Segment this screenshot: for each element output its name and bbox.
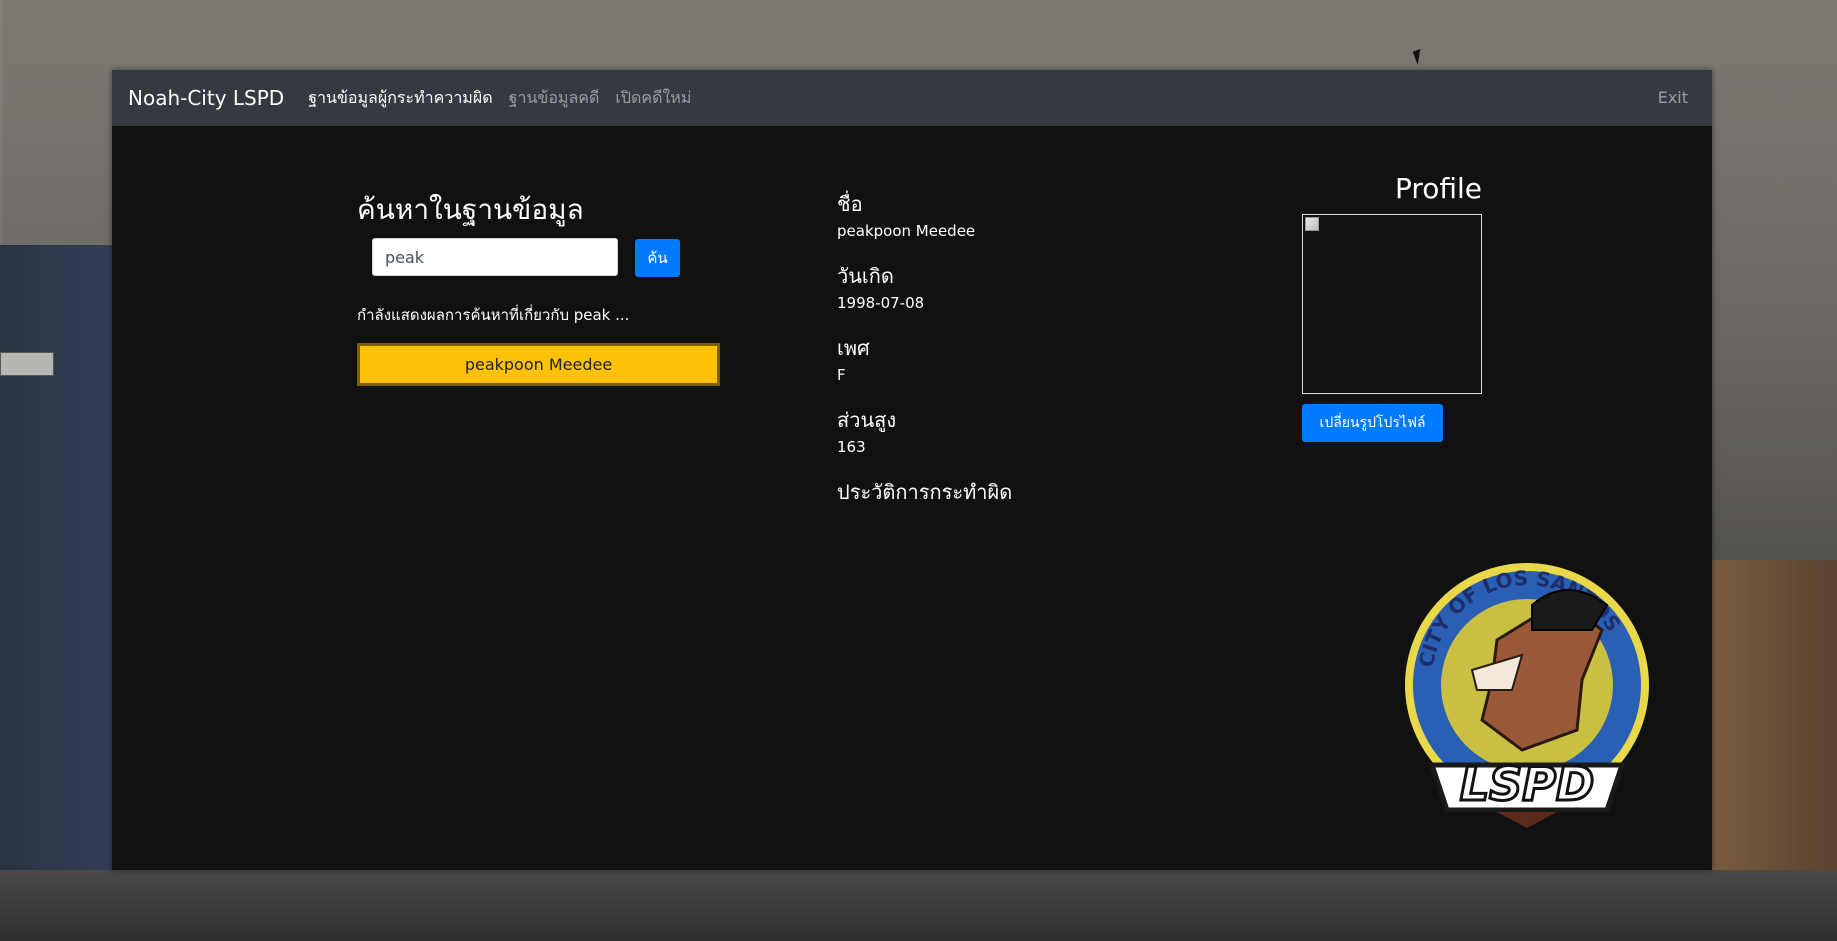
- seal-bottom-point: [1497, 812, 1557, 828]
- height-label: ส่วนสูง: [837, 408, 897, 432]
- exit-link[interactable]: Exit: [1658, 88, 1688, 107]
- nav-link-new-case[interactable]: เปิดคดีใหม่: [615, 86, 691, 111]
- lspd-database-window: Noah-City LSPD ฐานข้อมูลผู้กระทำความผิด …: [112, 70, 1712, 870]
- name-value: peakpoon Meedee: [837, 222, 976, 240]
- broken-image-icon: [1305, 217, 1319, 231]
- search-button[interactable]: ค้น: [635, 239, 680, 277]
- name-label: ชื่อ: [837, 192, 863, 216]
- height-value: 163: [837, 438, 866, 456]
- sex-label: เพศ: [837, 336, 870, 360]
- nav-link-case-database[interactable]: ฐานข้อมูลคดี: [509, 86, 600, 111]
- change-profile-picture-button[interactable]: เปลี่ยนรูปโปรไฟล์: [1302, 404, 1443, 442]
- nav-link-offender-database[interactable]: ฐานข้อมูลผู้กระทำความผิด: [308, 86, 492, 111]
- navbar: Noah-City LSPD ฐานข้อมูลผู้กระทำความผิด …: [112, 70, 1712, 126]
- background-floor: [0, 870, 1837, 941]
- profile-image: [1302, 214, 1482, 394]
- background-locker-plate: [0, 352, 54, 376]
- search-title: ค้นหาในฐานข้อมูล: [357, 193, 584, 226]
- seal-lspd-text: LSPD: [1460, 757, 1594, 811]
- search-result-item[interactable]: peakpoon Meedee: [357, 343, 720, 386]
- search-input[interactable]: [372, 238, 618, 276]
- profile-title: Profile: [1394, 172, 1482, 205]
- navbar-brand[interactable]: Noah-City LSPD: [128, 86, 284, 110]
- dob-value: 1998-07-08: [837, 294, 925, 312]
- search-results-status: กำลังแสดงผลการค้นหาที่เกี่ยวกับ peak ...: [357, 306, 630, 324]
- lspd-seal-logo: CITY OF LOS SANTOS LSPD: [1405, 563, 1649, 828]
- sex-value: F: [837, 366, 846, 384]
- offense-history-label: ประวัติการกระทำผิด: [837, 480, 1013, 504]
- dob-label: วันเกิด: [837, 264, 894, 288]
